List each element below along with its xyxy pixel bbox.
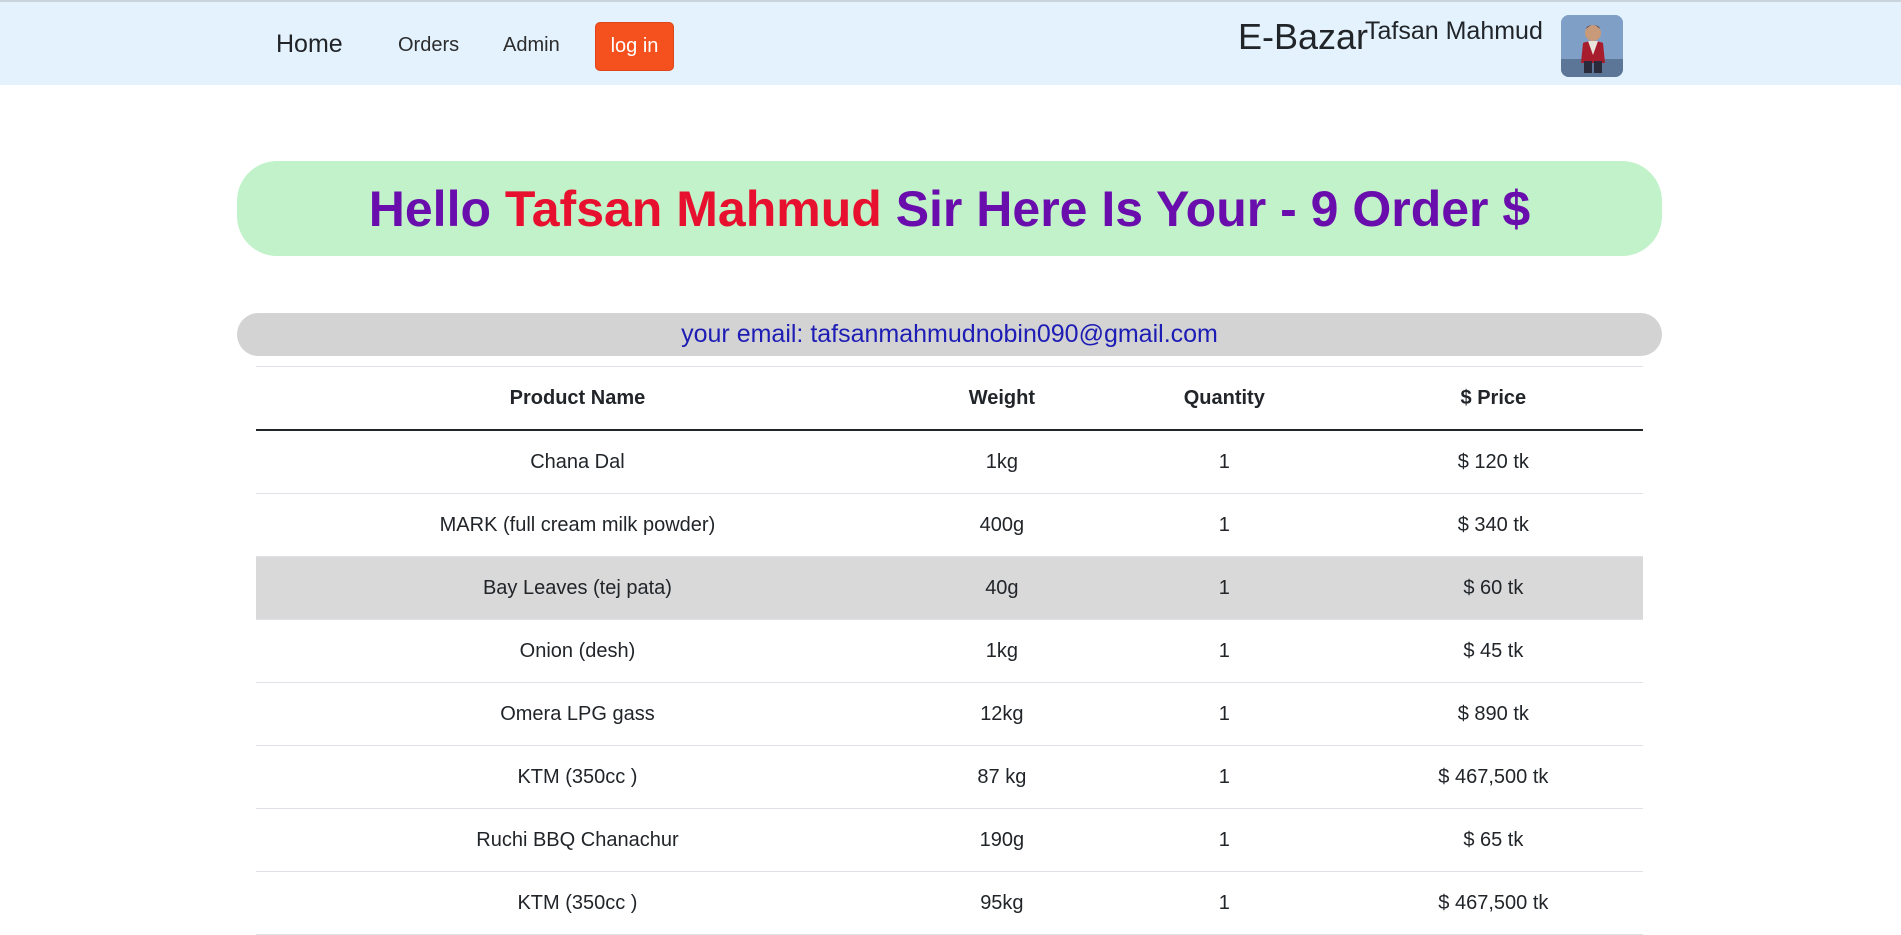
cell-product-name: KTM (350cc ) [256, 871, 899, 935]
cell-price: $ 120 tk [1343, 430, 1643, 494]
cell-quantity: 1 [1104, 430, 1344, 494]
table-row: Ruchi BBQ Chanachur 190g 1 $ 65 tk [256, 808, 1643, 872]
greeting-prefix: Hello [368, 180, 505, 237]
table-row-highlighted: Bay Leaves (tej pata) 40g 1 $ 60 tk [256, 556, 1643, 620]
header-product-name: Product Name [256, 366, 899, 431]
header-weight: Weight [898, 366, 1105, 431]
greeting-user-name: Tafsan Mahmud [504, 180, 882, 237]
user-avatar[interactable] [1561, 15, 1623, 77]
table-row: Omera LPG gass 12kg 1 $ 890 tk [256, 682, 1643, 746]
cell-price: $ 45 tk [1343, 619, 1643, 683]
cell-weight: 1kg [898, 430, 1105, 494]
table-row: MARK (full cream milk powder) 400g 1 $ 3… [256, 493, 1643, 557]
orders-table: Product Name Weight Quantity $ Price Cha… [256, 366, 1643, 935]
nav-home-link[interactable]: Home [276, 30, 343, 59]
cell-product-name: MARK (full cream milk powder) [256, 493, 899, 557]
brand-title: E-Bazar [1238, 16, 1369, 57]
user-name: Tafsan Mahmud [1365, 17, 1543, 45]
cell-product-name: Ruchi BBQ Chanachur [256, 808, 899, 872]
cell-price: $ 467,500 tk [1343, 871, 1643, 935]
cell-price: $ 60 tk [1343, 556, 1643, 620]
cell-price: $ 340 tk [1343, 493, 1643, 557]
cell-weight: 40g [898, 556, 1105, 620]
cell-quantity: 1 [1104, 556, 1344, 620]
cell-price: $ 890 tk [1343, 682, 1643, 746]
cell-weight: 12kg [898, 682, 1105, 746]
cell-weight: 190g [898, 808, 1105, 872]
cell-quantity: 1 [1104, 493, 1344, 557]
cell-product-name: Onion (desh) [256, 619, 899, 683]
table-row: KTM (350cc ) 95kg 1 $ 467,500 tk [256, 871, 1643, 935]
cell-product-name: KTM (350cc ) [256, 745, 899, 809]
table-row: Onion (desh) 1kg 1 $ 45 tk [256, 619, 1643, 683]
header-price: $ Price [1343, 366, 1643, 431]
cell-product-name: Omera LPG gass [256, 682, 899, 746]
cell-product-name: Bay Leaves (tej pata) [256, 556, 899, 620]
header-quantity: Quantity [1104, 366, 1344, 431]
email-text: your email: tafsanmahmudnobin090@gmail.c… [681, 320, 1218, 348]
greeting-banner: Hello Tafsan Mahmud Sir Here Is Your - 9… [237, 161, 1662, 256]
nav-admin-link[interactable]: Admin [503, 34, 560, 57]
cell-price: $ 467,500 tk [1343, 745, 1643, 809]
nav-orders-link[interactable]: Orders [398, 34, 459, 57]
cell-weight: 87 kg [898, 745, 1105, 809]
cell-quantity: 1 [1104, 745, 1344, 809]
cell-quantity: 1 [1104, 682, 1344, 746]
table-header-row: Product Name Weight Quantity $ Price [256, 366, 1643, 431]
cell-weight: 400g [898, 493, 1105, 557]
navbar: Home Orders Admin log in E-Bazar Tafsan … [0, 0, 1901, 85]
cell-product-name: Chana Dal [256, 430, 899, 494]
cell-quantity: 1 [1104, 619, 1344, 683]
avatar-photo-icon [1561, 15, 1623, 77]
cell-price: $ 65 tk [1343, 808, 1643, 872]
cell-weight: 95kg [898, 871, 1105, 935]
table-row: Chana Dal 1kg 1 $ 120 tk [256, 430, 1643, 494]
cell-weight: 1kg [898, 619, 1105, 683]
login-button[interactable]: log in [595, 22, 674, 71]
cell-quantity: 1 [1104, 871, 1344, 935]
cell-quantity: 1 [1104, 808, 1344, 872]
table-row: KTM (350cc ) 87 kg 1 $ 467,500 tk [256, 745, 1643, 809]
greeting-suffix: Sir Here Is Your - 9 Order $ [881, 180, 1531, 237]
email-bar: your email: tafsanmahmudnobin090@gmail.c… [237, 313, 1662, 356]
